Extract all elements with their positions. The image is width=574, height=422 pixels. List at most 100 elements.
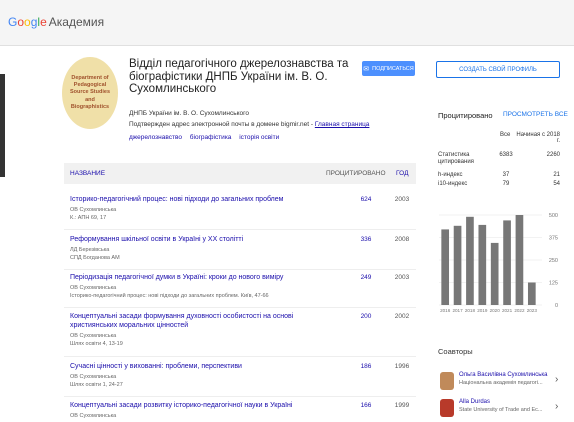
article-cited-count[interactable]: 166 [356,402,376,409]
profile-email: Подтвержден адрес электронной почты в до… [129,121,369,128]
article-cited-count[interactable]: 200 [356,313,376,320]
homepage-link[interactable]: Главная страница [315,121,370,128]
article-year: 2003 [394,274,410,281]
stat-all-value: 6383 [499,152,513,158]
chart-bar-2018[interactable] [466,216,474,305]
stat-all-value: 79 [502,181,510,187]
article-title[interactable]: Історико-педагогічний процес: нові підхо… [70,196,326,205]
cited-by-heading: Процитировано [438,111,493,120]
article-authors: ОВ Сухомлинська [70,285,117,291]
stat-since-value: 2260 [546,152,560,158]
chart-y-tick-label: 0 [555,303,558,309]
coauthor-affiliation: State University of Trade and Ec... [459,407,543,413]
article-year: 2008 [394,236,410,243]
chart-y-tick-label: 125 [549,281,558,287]
article-cited-count[interactable]: 336 [356,236,376,243]
col-all-label: Все [500,132,511,138]
view-all-link[interactable]: ПРОСМОТРЕТЬ ВСЕ [503,111,568,118]
coauthor-item[interactable]: Alla Durdas State University of Trade an… [438,397,568,421]
profile-name: Відділ педагогічного джерелознавства та … [129,58,349,95]
chevron-right-icon[interactable]: › [555,374,558,385]
chart-x-tick-label: 2018 [465,308,476,313]
article-row: Реформування шкільної освіти в Україні у… [64,236,416,270]
create-profile-button[interactable]: СОЗДАТЬ СВОЙ ПРОФИЛЬ [436,61,560,78]
top-bar: Google Академия [0,0,574,46]
chart-bar-2021[interactable] [503,220,511,305]
col-cited-header[interactable]: ПРОЦИТИРОВАНО [326,170,386,177]
chart-x-tick-label: 2022 [514,308,525,313]
coauthors-heading: Соавторы [438,347,473,356]
logo-letter: e [40,15,47,29]
article-row: Історико-педагогічний процес: нові підхо… [64,196,416,230]
chart-x-tick-label: 2017 [452,308,463,313]
article-authors: ОВ Сухомлинська [70,207,117,213]
col-since-label: Начиная с 2018 г. [516,132,560,144]
article-title[interactable]: Сучасні цінності у вихованні: проблеми, … [70,363,326,372]
article-title[interactable]: Концептуальні засади розвитку історико-п… [70,402,326,411]
follow-button[interactable]: ✉ ПОДПИСАТЬСЯ [362,61,415,76]
article-year: 2002 [394,313,410,320]
follow-label: ПОДПИСАТЬСЯ [372,65,414,72]
chart-y-tick-label: 250 [549,258,558,264]
logo-letter: o [24,15,31,29]
col-title-header[interactable]: НАЗВАНИЕ [70,170,105,177]
article-authors: ОВ Сухомлинська [70,374,117,380]
email-text: Подтвержден адрес электронной почты в до… [129,121,315,128]
chart-bar-2023[interactable] [527,282,536,306]
article-venue: Шлях освіти 1, 24-27 [70,382,123,388]
article-row: Концептуальні засади формування духовнос… [64,313,416,357]
stat-label: h-индекс [438,172,463,178]
article-authors: ОВ Сухомлинська [70,413,117,419]
article-title[interactable]: Періодизація педагогічної думки в Україн… [70,274,326,283]
chart-x-tick-label: 2023 [527,308,538,313]
coauthor-name[interactable]: Ольга Василівна Сухомлинська [459,372,547,378]
stat-label: Статистика цитирования [438,152,474,165]
article-year: 1999 [394,402,410,409]
article-row: Концептуальні засади розвитку історико-п… [64,402,416,422]
coauthor-affiliation: Національна академія педагогі... [459,380,543,386]
stat-since-value: 54 [553,181,560,187]
chart-bar-2020[interactable] [490,242,499,305]
citations-bar-chart: 50037525012502016 2017 2018 2019 2020 2021 202… [439,213,558,313]
col-year-header[interactable]: ГОД [396,170,408,177]
article-venue: Шлях освіти 4, 13-19 [70,341,123,347]
follow-icon: ✉ [363,65,370,73]
chart-x-tick-label: 2019 [477,308,488,313]
article-venue: К.: АПН 69, 17 [70,215,107,221]
tag-link[interactable]: джерелознавство [129,134,182,141]
profile-affiliation: ДНПБ України ім. В. О. Сухомлинського [129,110,249,117]
profile-avatar: Department of Pedagogical Source Studies… [62,57,118,129]
article-year: 1996 [394,363,410,370]
article-cited-count[interactable]: 186 [356,363,376,370]
stat-label: i10-индекс [438,181,468,187]
article-cited-count[interactable]: 624 [356,196,376,203]
chart-bar-2022[interactable] [515,215,524,305]
stat-since-value: 21 [553,172,560,178]
tag-link[interactable]: біографістика [190,134,232,141]
tag-link[interactable]: історія освіти [239,134,279,141]
logo-letter: G [8,15,18,29]
article-authors: ОВ Сухомлинська [70,333,117,339]
chart-y-tick-label: 375 [549,236,558,242]
coauthor-avatar [440,372,454,390]
chart-bar-2016[interactable] [441,229,450,305]
coauthor-item[interactable]: Ольга Василівна Сухомлинська Національна… [438,370,568,394]
chart-x-tick-label: 2020 [490,308,501,313]
chart-x-tick-label: 2016 [440,308,451,313]
article-row: Сучасні цінності у вихованні: проблеми, … [64,363,416,397]
chart-bar-2019[interactable] [478,224,487,305]
google-scholar-logo[interactable]: Google Академия [8,15,104,29]
chevron-right-icon[interactable]: › [555,401,558,412]
article-venue: Історико-педагогічний процес: нові підхо… [70,293,269,299]
article-title[interactable]: Концептуальні засади формування духовнос… [70,313,326,330]
chart-bar-2017[interactable] [453,225,462,305]
articles-table-header: НАЗВАНИЕ ПРОЦИТИРОВАНО ГОД [64,163,416,184]
create-profile-label: СОЗДАТЬ СВОЙ ПРОФИЛЬ [459,66,537,73]
article-title[interactable]: Реформування шкільної освіти в Україні у… [70,236,326,245]
article-cited-count[interactable]: 249 [356,274,376,281]
chart-y-tick-label: 500 [549,213,558,219]
coauthor-name[interactable]: Alla Durdas [459,399,490,405]
profile-tags: джерелознавство біографістика історія ос… [129,134,285,141]
article-venue: СПД Богданова АМ [70,255,120,261]
chart-x-tick-label: 2021 [502,308,513,313]
